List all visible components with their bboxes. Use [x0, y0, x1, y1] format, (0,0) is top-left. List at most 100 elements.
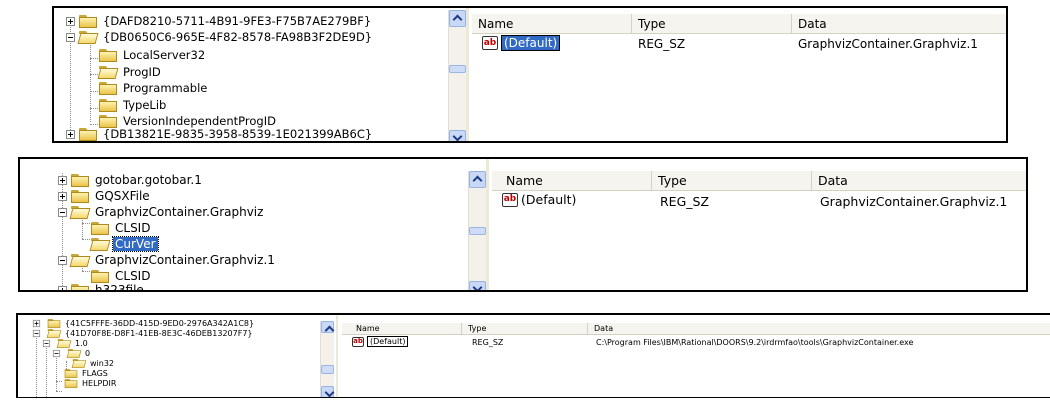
tree-node[interactable]: GraphvizContainer.Graphviz — [58, 203, 265, 221]
list-header: Name Type Data — [342, 323, 1050, 335]
tree-node-label: Programmable — [123, 81, 208, 95]
scroll-thumb[interactable] — [321, 365, 334, 374]
value-row[interactable]: ab (Default) — [502, 192, 576, 207]
registry-panel-3: {41C5FFFE-36DD-415D-9ED0-2976A342A1C8} {… — [16, 313, 1050, 398]
tree-node-label: TypeLib — [123, 98, 167, 112]
folder-open-icon — [97, 65, 119, 79]
folder-icon — [71, 189, 89, 203]
string-value-icon: ab — [502, 192, 518, 207]
value-type: REG_SZ — [638, 37, 686, 51]
key-tree: {DAFD8210-5711-4B91-9FE3-F75B7AE279BF} {… — [54, 8, 444, 141]
value-data: GraphvizContainer.Graphviz.1 — [798, 37, 978, 51]
tree-scrollbar[interactable] — [468, 171, 486, 290]
tree-node[interactable]: LocalServer32 — [99, 46, 207, 64]
tree-node-label: {DAFD8210-5711-4B91-9FE3-F75B7AE279BF} — [103, 14, 372, 28]
column-header-data[interactable]: Data — [812, 171, 1026, 190]
expand-icon[interactable] — [32, 319, 41, 328]
value-row[interactable]: ab (Default) — [352, 336, 409, 347]
value-name: (Default) — [367, 336, 409, 347]
folder-icon — [47, 318, 61, 329]
tree-node[interactable]: {DB13821E-9835-3958-8539-1E021399AB6C} — [66, 125, 374, 141]
expand-icon[interactable] — [66, 129, 75, 139]
tree-node-label: win32 — [90, 359, 115, 368]
value-type: REG_SZ — [660, 194, 710, 209]
folder-icon — [99, 48, 117, 62]
expand-icon[interactable] — [58, 175, 67, 185]
string-value-icon: ab — [482, 36, 498, 50]
tree-scrollbar[interactable] — [448, 10, 466, 141]
scroll-down-icon[interactable] — [449, 130, 466, 141]
value-name: (Default) — [501, 35, 561, 51]
tree-node-label: {41D70F8E-D8F1-41EB-8E3C-46DEB13207F7} — [65, 329, 253, 338]
scroll-thumb[interactable] — [469, 227, 486, 235]
scroll-up-icon[interactable] — [449, 10, 466, 27]
tree-node[interactable]: {DB0650C6-965E-4F82-8578-FA98B3F2DE9D} — [66, 28, 374, 46]
scroll-thumb[interactable] — [449, 65, 466, 73]
tree-node-label: LocalServer32 — [123, 48, 206, 62]
list-header: Name Type Data — [492, 171, 1026, 191]
collapse-icon[interactable] — [42, 339, 51, 348]
folder-icon — [71, 283, 89, 290]
key-tree: {41C5FFFE-36DD-415D-9ED0-2976A342A1C8} {… — [18, 315, 328, 397]
column-header-type[interactable]: Type — [652, 171, 812, 190]
registry-panel-2: gotobar.gotobar.1 GQSXFile GraphvizConta… — [18, 157, 1028, 292]
scroll-up-icon[interactable] — [469, 171, 486, 188]
tree-node-label: h323file — [95, 283, 144, 290]
folder-open-icon — [66, 348, 82, 359]
folder-icon — [79, 127, 97, 141]
pane-splitter[interactable] — [466, 8, 469, 141]
column-header-data[interactable]: Data — [588, 323, 1050, 334]
collapse-icon[interactable] — [32, 329, 41, 338]
tree-node[interactable]: h323file — [58, 281, 146, 290]
tree-scrollbar[interactable] — [320, 321, 334, 397]
collapse-icon[interactable] — [58, 207, 67, 217]
value-data: GraphvizContainer.Graphviz.1 — [820, 194, 1008, 209]
folder-open-icon — [89, 237, 111, 251]
folder-icon — [64, 378, 78, 389]
tree-node[interactable]: Programmable — [99, 79, 209, 97]
tree-node-label: GQSXFile — [95, 189, 150, 203]
folder-open-icon — [46, 328, 62, 339]
tree-node-label: 0 — [85, 349, 91, 358]
folder-open-icon — [77, 30, 99, 44]
pane-splitter[interactable] — [336, 315, 338, 397]
tree-node-label: {DB13821E-9835-3958-8539-1E021399AB6C} — [103, 127, 373, 141]
scroll-up-icon[interactable] — [321, 321, 334, 333]
column-header-data[interactable]: Data — [792, 14, 1006, 33]
value-data: C:\Program Files\IBM\Rational\DOORS\9.2\… — [596, 338, 914, 347]
list-header: Name Type Data — [472, 14, 1006, 34]
collapse-icon[interactable] — [58, 255, 67, 265]
column-header-name[interactable]: Name — [472, 14, 632, 33]
folder-open-icon — [69, 253, 91, 267]
folder-open-icon — [69, 205, 91, 219]
folder-open-icon — [71, 358, 87, 369]
folder-icon — [91, 221, 109, 235]
scroll-down-icon[interactable] — [469, 281, 486, 290]
column-header-name[interactable]: Name — [492, 171, 652, 190]
expand-icon[interactable] — [66, 16, 75, 26]
key-tree: gotobar.gotobar.1 GQSXFile GraphvizConta… — [20, 159, 460, 290]
tree-node-label: {DB0650C6-965E-4F82-8578-FA98B3F2DE9D} — [103, 30, 373, 44]
tree-node[interactable]: HELPDIR — [62, 378, 118, 389]
value-row[interactable]: ab (Default) — [482, 35, 561, 51]
expand-icon[interactable] — [58, 285, 67, 290]
tree-node-label: 1.0 — [75, 339, 88, 348]
string-value-icon: ab — [352, 336, 364, 347]
column-header-name[interactable]: Name — [342, 323, 462, 334]
registry-panel-1: {DAFD8210-5711-4B91-9FE3-F75B7AE279BF} {… — [52, 6, 1008, 143]
tree-node-label: GraphvizContainer.Graphviz — [95, 205, 264, 219]
expand-icon[interactable] — [58, 191, 67, 201]
tree-node-label: HELPDIR — [82, 379, 117, 388]
folder-open-icon — [56, 338, 72, 349]
collapse-icon[interactable] — [52, 349, 61, 358]
column-header-type[interactable]: Type — [632, 14, 792, 33]
column-header-type[interactable]: Type — [462, 323, 588, 334]
collapse-icon[interactable] — [66, 32, 75, 42]
tree-node-label: gotobar.gotobar.1 — [95, 173, 202, 187]
folder-icon — [64, 368, 78, 379]
pane-splitter[interactable] — [486, 159, 489, 290]
folder-icon — [79, 14, 97, 28]
tree-node-label: {41C5FFFE-36DD-415D-9ED0-2976A342A1C8} — [65, 319, 255, 328]
scroll-down-icon[interactable] — [321, 386, 334, 397]
tree-node-label: CLSID — [115, 221, 151, 235]
